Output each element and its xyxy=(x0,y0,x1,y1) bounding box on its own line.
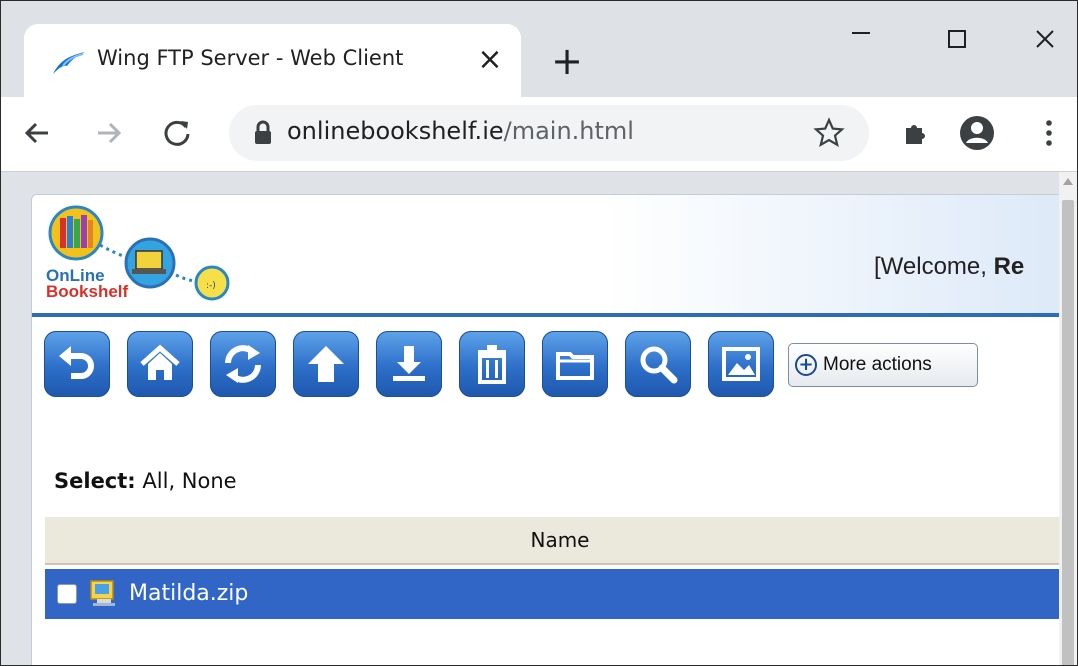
new-tab-button[interactable]: + xyxy=(545,39,589,83)
tab-title: Wing FTP Server - Web Client xyxy=(97,46,404,70)
select-none-link[interactable]: None xyxy=(182,469,237,493)
home-button[interactable] xyxy=(127,331,193,397)
page-viewport: :-) OnLine Bookshelf [Welcome, Re + More… xyxy=(1,172,1059,665)
refresh-icon xyxy=(225,345,261,383)
more-actions-button[interactable]: + More actions xyxy=(788,343,978,387)
extensions-puzzle-icon[interactable] xyxy=(893,111,937,155)
vertical-scrollbar[interactable] xyxy=(1059,172,1077,665)
thumbnail-button[interactable] xyxy=(708,331,774,397)
delete-icon xyxy=(478,345,506,384)
url-text: onlinebookshelf.ie/main.html xyxy=(287,117,634,145)
plus-circle-icon: + xyxy=(795,354,817,376)
forward-arrow-icon[interactable] xyxy=(89,109,129,157)
refresh-button[interactable] xyxy=(210,331,276,397)
wing-ftp-web-client: :-) OnLine Bookshelf [Welcome, Re + More… xyxy=(31,194,1059,665)
file-table-header: Name xyxy=(45,517,1059,565)
select-controls: Select: All, None xyxy=(54,469,237,493)
home-icon xyxy=(140,344,180,380)
select-label: Select: xyxy=(54,469,136,493)
bookmark-star-icon[interactable] xyxy=(813,117,845,149)
welcome-message: [Welcome, Re xyxy=(874,253,1025,280)
window-close-icon[interactable] xyxy=(1015,11,1075,67)
upload-button[interactable] xyxy=(293,331,359,397)
upload-icon xyxy=(308,346,344,382)
back-button[interactable] xyxy=(44,331,110,397)
new-folder-button[interactable] xyxy=(542,331,608,397)
download-button[interactable] xyxy=(376,331,442,397)
logo-text-bookshelf: Bookshelf xyxy=(46,282,129,301)
thumbnail-icon xyxy=(722,347,760,381)
zip-file-icon xyxy=(90,580,115,606)
column-header-name[interactable]: Name xyxy=(45,517,1059,563)
browser-menu-icon[interactable] xyxy=(1027,111,1071,155)
table-row[interactable]: Matilda.zip xyxy=(45,569,1059,619)
file-name[interactable]: Matilda.zip xyxy=(129,581,248,606)
tab-strip: Wing FTP Server - Web Client × + xyxy=(1,1,1077,97)
row-checkbox[interactable] xyxy=(57,584,77,604)
wing-ftp-favicon-icon xyxy=(53,52,85,74)
browser-toolbar: onlinebookshelf.ie/main.html xyxy=(1,97,1077,172)
tab-wing-ftp[interactable]: Wing FTP Server - Web Client × xyxy=(24,24,521,97)
maximize-icon[interactable] xyxy=(927,11,987,67)
scrollbar-thumb[interactable] xyxy=(1062,200,1074,665)
welcome-username: Re xyxy=(993,253,1025,280)
scroll-up-arrow-icon[interactable] xyxy=(1063,178,1073,185)
lock-icon xyxy=(255,120,271,144)
select-all-link[interactable]: All xyxy=(142,469,168,493)
back-arrow-icon[interactable] xyxy=(17,109,57,157)
more-actions-label: More actions xyxy=(823,354,932,375)
reload-icon[interactable] xyxy=(157,109,197,157)
minimize-icon[interactable] xyxy=(831,11,891,67)
address-bar[interactable]: onlinebookshelf.ie/main.html xyxy=(229,105,869,161)
svg-text::-): :-) xyxy=(206,281,216,291)
back-icon xyxy=(59,346,94,379)
select-separator: , xyxy=(168,469,182,493)
download-icon xyxy=(393,346,425,381)
online-bookshelf-logo: :-) OnLine Bookshelf xyxy=(46,205,230,301)
search-icon xyxy=(640,346,678,384)
tab-close-icon[interactable]: × xyxy=(472,38,508,82)
delete-button[interactable] xyxy=(459,331,525,397)
search-button[interactable] xyxy=(625,331,691,397)
new-folder-icon xyxy=(556,352,594,380)
browser-window: Wing FTP Server - Web Client × + onlineb… xyxy=(0,0,1078,666)
app-header: :-) OnLine Bookshelf [Welcome, Re xyxy=(32,195,1059,317)
profile-avatar-icon[interactable] xyxy=(955,111,999,155)
